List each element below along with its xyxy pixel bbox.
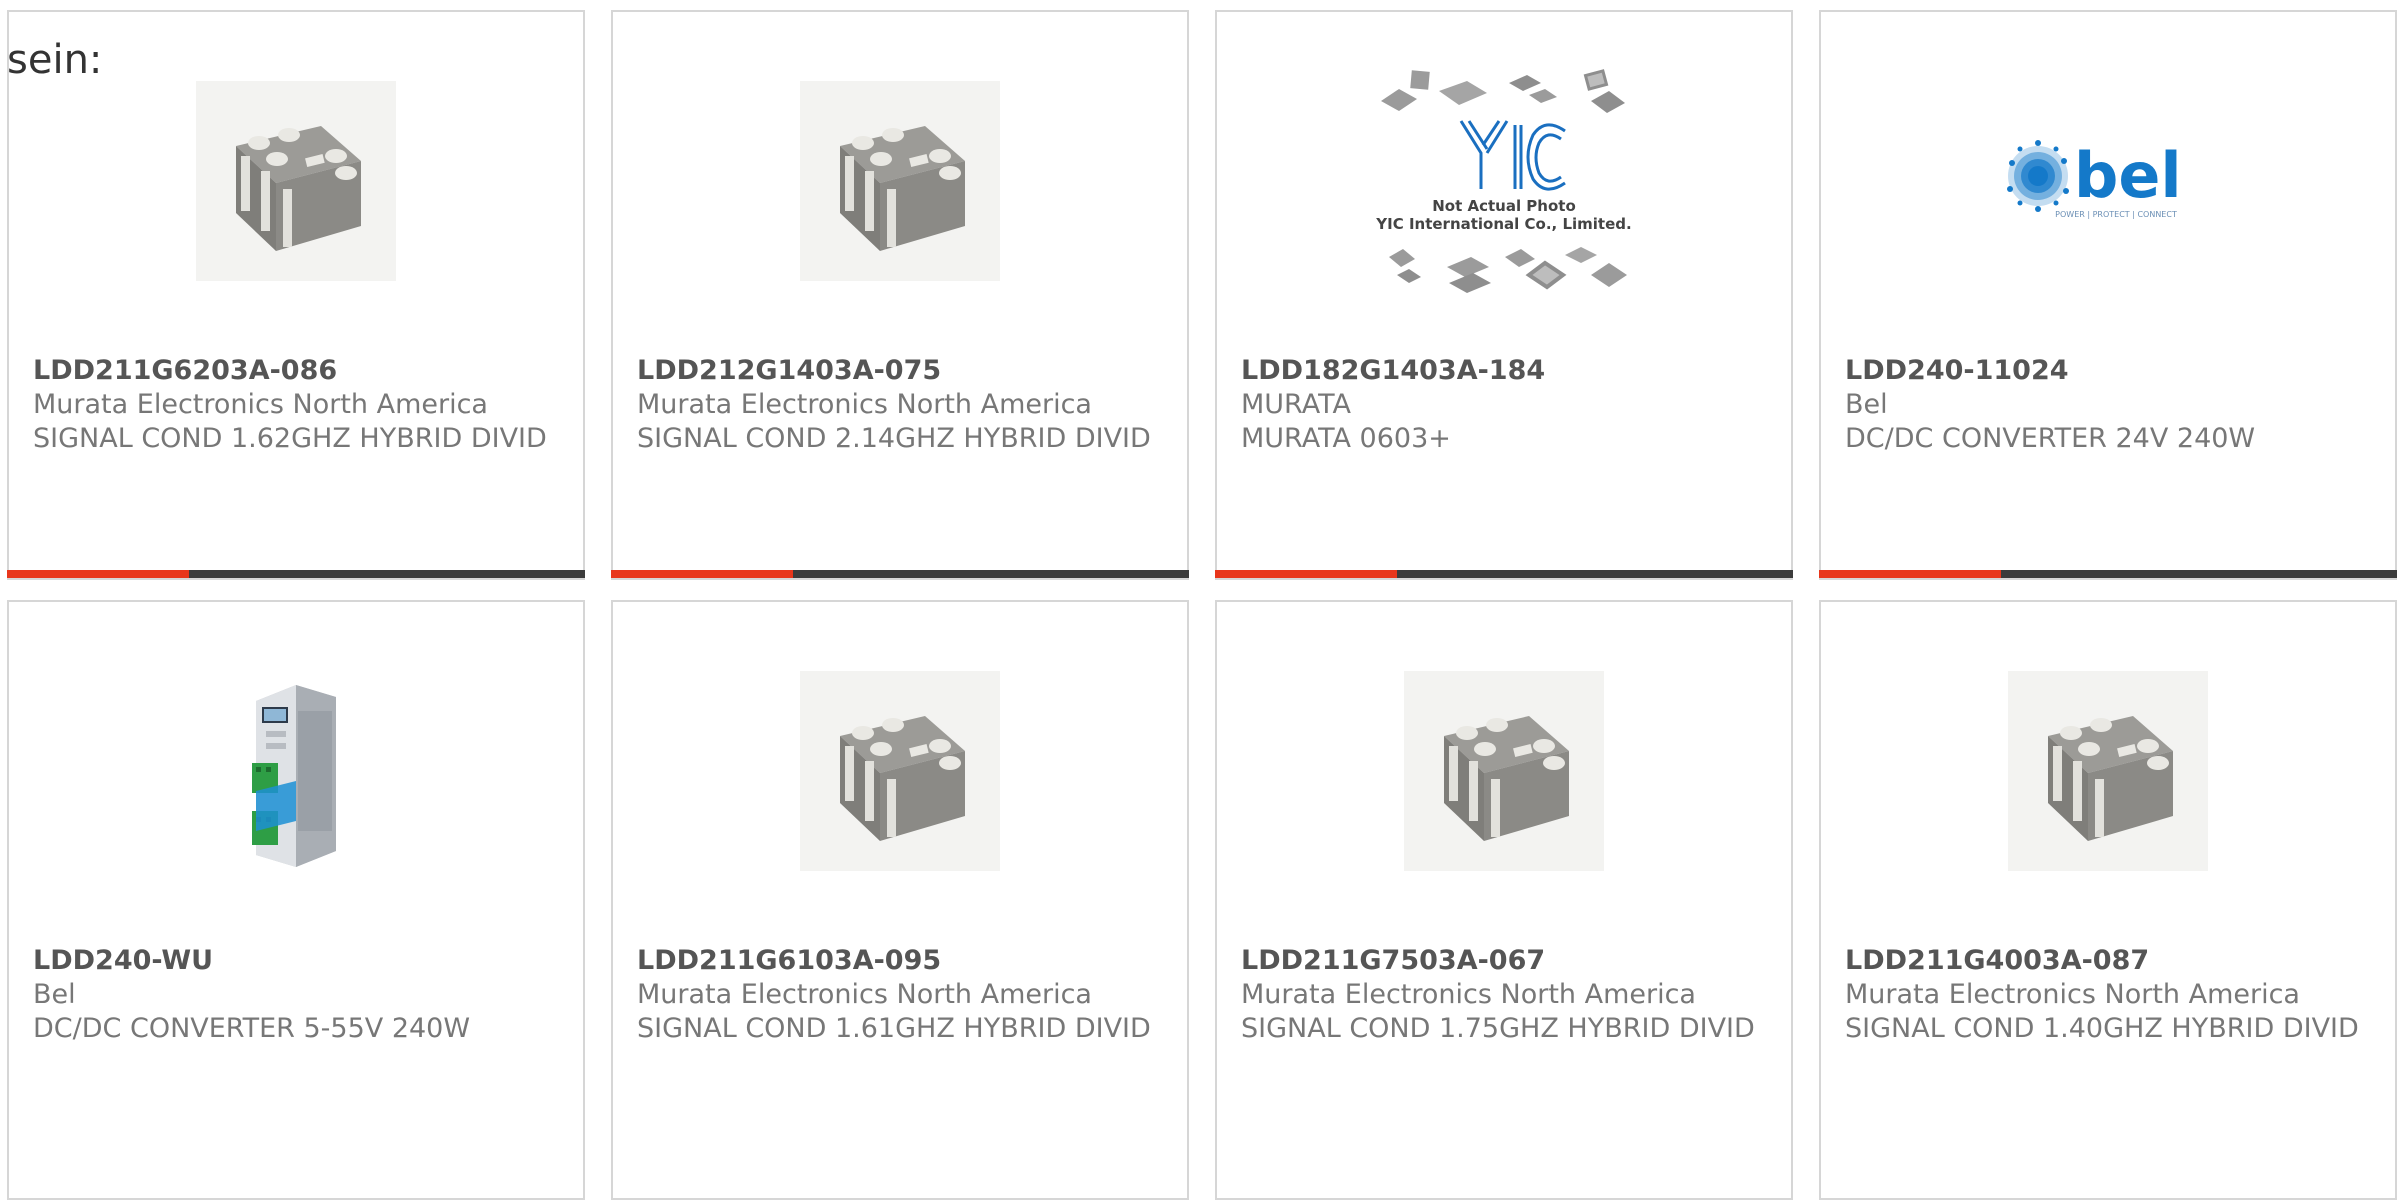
product-description: SIGNAL COND 2.14GHZ HYBRID DIVID (637, 423, 1151, 454)
svg-text:POWER | PROTECT | CONNECT: POWER | PROTECT | CONNECT (2055, 210, 2177, 219)
card-accent-bar (7, 570, 585, 578)
product-card[interactable]: LDD212G1403A-075 Murata Electronics Nort… (611, 10, 1189, 580)
bel-logo-icon: bel POWER | PROTECT | CONNECT (2007, 139, 2182, 219)
chip-component-icon (1404, 671, 1604, 871)
product-manufacturer: MURATA (1241, 389, 1351, 420)
product-card[interactable]: LDD211G6103A-095 Murata Electronics Nort… (611, 600, 1189, 1200)
product-text: LDD212G1403A-075 Murata Electronics Nort… (637, 354, 1163, 456)
product-description: SIGNAL COND 1.61GHZ HYBRID DIVID (637, 1013, 1151, 1044)
product-description: SIGNAL COND 1.62GHZ HYBRID DIVID (33, 423, 547, 454)
product-text: LDD211G6203A-086 Murata Electronics Nort… (33, 354, 559, 456)
product-manufacturer: Murata Electronics North America (1241, 979, 1696, 1010)
product-manufacturer: Bel (33, 979, 76, 1010)
product-text: LDD240-11024 Bel DC/DC CONVERTER 24V 240… (1845, 354, 2371, 456)
product-image (613, 72, 1187, 290)
product-card[interactable]: Not Actual Photo YIC International Co., … (1215, 10, 1793, 580)
product-manufacturer: Murata Electronics North America (637, 979, 1092, 1010)
product-description: SIGNAL COND 1.40GHZ HYBRID DIVID (1845, 1013, 2359, 1044)
product-image (1821, 662, 2395, 880)
chip-component-icon (800, 671, 1000, 871)
product-text: LDD211G6103A-095 Murata Electronics Nort… (637, 944, 1163, 1046)
product-part-number[interactable]: LDD211G6103A-095 (637, 944, 1163, 978)
product-manufacturer: Murata Electronics North America (1845, 979, 2300, 1010)
yic-logo (1459, 120, 1566, 191)
product-part-number[interactable]: LDD211G7503A-067 (1241, 944, 1767, 978)
chip-component-icon (800, 81, 1000, 281)
chip-component-icon (2008, 671, 2208, 871)
product-manufacturer: Murata Electronics North America (637, 389, 1092, 420)
product-description: MURATA 0603+ (1241, 423, 1451, 454)
product-part-number[interactable]: LDD240-11024 (1845, 354, 2371, 388)
product-description: DC/DC CONVERTER 5-55V 240W (33, 1013, 471, 1044)
product-text: LDD182G1403A-184 MURATA MURATA 0603+ (1241, 354, 1767, 456)
section-heading: sein: (7, 37, 103, 83)
product-manufacturer: Bel (1845, 389, 1888, 420)
product-part-number[interactable]: LDD212G1403A-075 (637, 354, 1163, 388)
product-image: bel POWER | PROTECT | CONNECT (1821, 72, 2395, 290)
product-image: Not Actual Photo YIC International Co., … (1217, 69, 1791, 293)
din-rail-module-icon (252, 685, 336, 867)
yic-placeholder-icon: Not Actual Photo YIC International Co., … (1375, 69, 1632, 293)
product-image (1217, 662, 1791, 880)
card-accent-bar (1215, 570, 1793, 578)
product-part-number[interactable]: LDD211G4003A-087 (1845, 944, 2371, 978)
product-part-number[interactable]: LDD211G6203A-086 (33, 354, 559, 388)
product-part-number[interactable]: LDD240-WU (33, 944, 559, 978)
product-image (9, 72, 583, 290)
product-card[interactable]: LDD211G4003A-087 Murata Electronics Nort… (1819, 600, 2397, 1200)
product-image (9, 662, 583, 880)
product-card[interactable]: LDD211G7503A-067 Murata Electronics Nort… (1215, 600, 1793, 1200)
card-accent-bar (1819, 570, 2397, 578)
svg-text:YIC International Co., Limited: YIC International Co., Limited. (1375, 215, 1631, 233)
product-text: LDD240-WU Bel DC/DC CONVERTER 5-55V 240W (33, 944, 559, 1046)
svg-text:Not Actual Photo: Not Actual Photo (1432, 197, 1576, 215)
product-card[interactable]: LDD240-WU Bel DC/DC CONVERTER 5-55V 240W (7, 600, 585, 1200)
product-grid: LDD211G6203A-086 Murata Electronics Nort… (0, 0, 2400, 1200)
product-text: LDD211G4003A-087 Murata Electronics Nort… (1845, 944, 2371, 1046)
product-description: SIGNAL COND 1.75GHZ HYBRID DIVID (1241, 1013, 1755, 1044)
product-text: LDD211G7503A-067 Murata Electronics Nort… (1241, 944, 1767, 1046)
product-part-number[interactable]: LDD182G1403A-184 (1241, 354, 1767, 388)
product-card[interactable]: bel POWER | PROTECT | CONNECT LDD240-110… (1819, 10, 2397, 580)
product-manufacturer: Murata Electronics North America (33, 389, 488, 420)
chip-component-icon (196, 81, 396, 281)
svg-text:bel: bel (2074, 139, 2182, 212)
product-description: DC/DC CONVERTER 24V 240W (1845, 423, 2256, 454)
card-accent-bar (611, 570, 1189, 578)
product-card[interactable]: LDD211G6203A-086 Murata Electronics Nort… (7, 10, 585, 580)
product-image (613, 662, 1187, 880)
